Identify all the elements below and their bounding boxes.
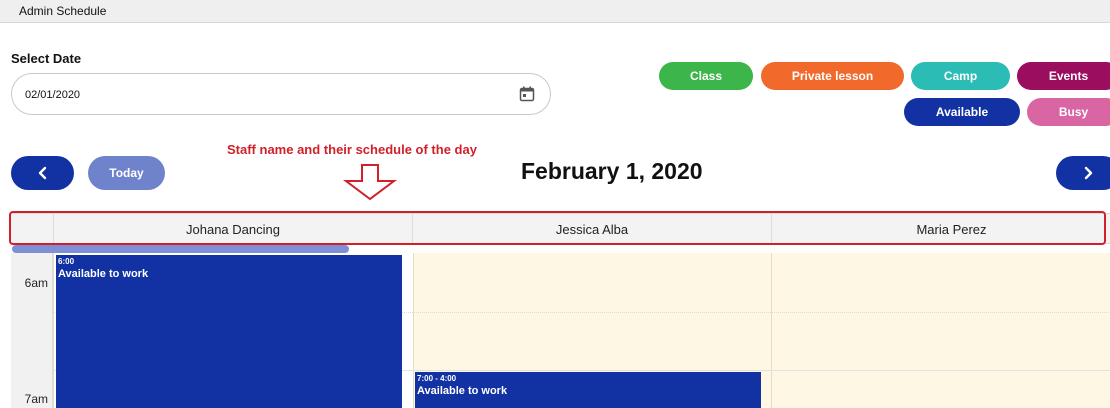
event-time: 6:00 — [58, 257, 75, 266]
window-titlebar: Admin Schedule — [0, 0, 1110, 23]
staff-column-maria[interactable] — [771, 253, 1110, 408]
calendar-icon[interactable] — [519, 86, 535, 102]
time-label-7am: 7am — [24, 392, 48, 406]
event-jessica-available[interactable]: 7:00 - 4:00 Available to work — [415, 372, 761, 408]
window-title: Admin Schedule — [19, 4, 107, 18]
event-title: Available to work — [417, 385, 508, 397]
legend-available: Available — [904, 98, 1020, 126]
date-field[interactable] — [11, 73, 551, 115]
event-title: Available to work — [58, 268, 149, 280]
event-time: 7:00 - 4:00 — [417, 374, 457, 383]
legend-events: Events — [1017, 62, 1110, 90]
select-date-label: Select Date — [11, 51, 82, 66]
schedule-grid: 6am 7am 6:00 Available to work 7:00 - 4:… — [11, 253, 1110, 408]
annotation-outline — [9, 211, 1106, 245]
chevron-right-icon — [1084, 166, 1093, 180]
legend-camp: Camp — [911, 62, 1010, 90]
event-johana-available[interactable]: 6:00 Available to work — [56, 255, 402, 408]
date-input[interactable] — [25, 86, 505, 104]
current-date-title: February 1, 2020 — [521, 158, 703, 184]
legend-busy: Busy — [1027, 98, 1110, 126]
today-button[interactable]: Today — [88, 156, 165, 190]
time-label-6am: 6am — [24, 276, 48, 290]
chevron-left-icon — [38, 166, 46, 180]
horizontal-scrollbar[interactable] — [12, 245, 349, 253]
time-gutter: 6am 7am — [11, 253, 53, 408]
legend-class: Class — [659, 62, 753, 90]
down-arrow-icon — [343, 164, 397, 201]
annotation-text: Staff name and their schedule of the day — [227, 142, 477, 157]
prev-day-button[interactable] — [11, 156, 74, 190]
next-day-button[interactable] — [1056, 156, 1110, 190]
legend-private-lesson: Private lesson — [761, 62, 904, 90]
